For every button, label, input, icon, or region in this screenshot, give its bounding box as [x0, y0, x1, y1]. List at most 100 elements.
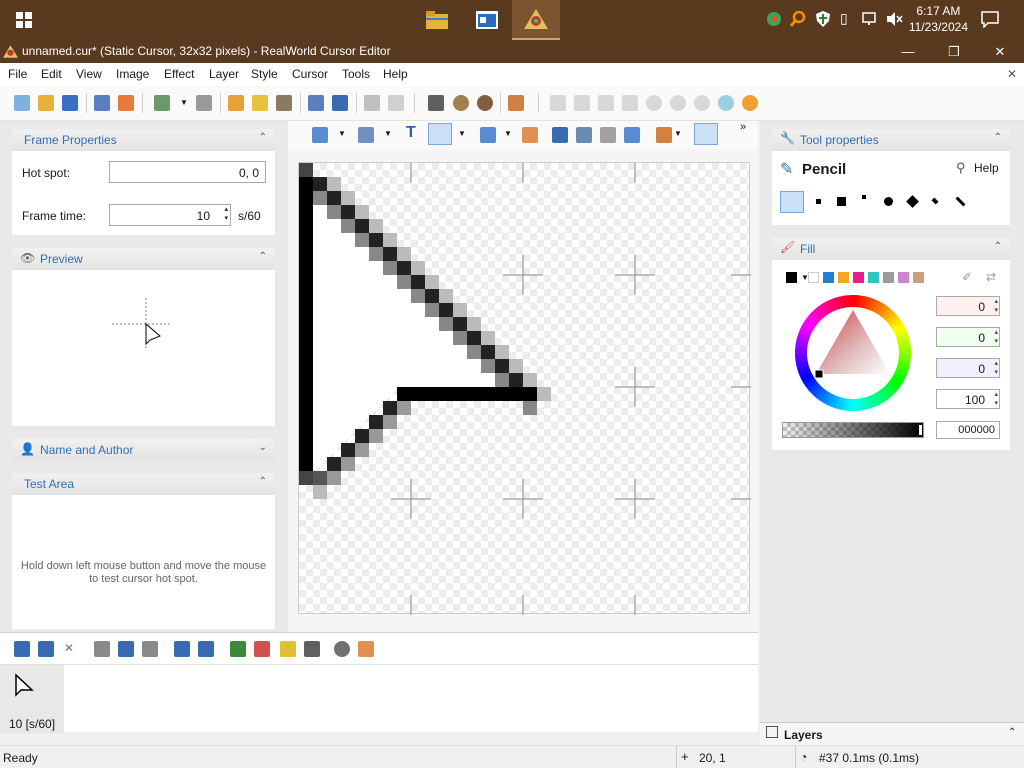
frame-time-stepper[interactable]: 10 ▴ ▾ [109, 204, 231, 226]
file-explorer-taskbar-button[interactable] [413, 0, 461, 40]
tray-app-icon[interactable] [766, 11, 782, 27]
layer-mode-icon[interactable] [694, 123, 718, 145]
blue-value-stepper[interactable]: 0 [936, 358, 1000, 378]
brush-tool-icon[interactable] [576, 127, 592, 143]
rectangle-tool-icon[interactable] [480, 127, 496, 143]
brush-size-2[interactable] [816, 199, 821, 204]
brush-size-8[interactable] [955, 196, 966, 207]
brush-size-7[interactable] [931, 197, 939, 205]
save-icon[interactable] [62, 95, 78, 111]
copy-icon[interactable] [252, 95, 268, 111]
usb-device-icon[interactable]: ▯ [840, 10, 854, 28]
menu-view[interactable]: View [76, 67, 102, 81]
eyedropper-icon[interactable] [600, 127, 616, 143]
hotspot-field[interactable]: 0, 0 [109, 161, 266, 183]
lasso-icon[interactable] [358, 127, 374, 143]
expand-chevron-icon[interactable]: ⌄ [259, 442, 267, 453]
frame-effect-icon[interactable] [254, 641, 270, 657]
color-swatch[interactable] [823, 272, 834, 283]
menu-effect[interactable]: Effect [164, 67, 194, 81]
tool-properties-header[interactable]: 🔧 Tool properties ⌃ [772, 129, 1010, 151]
menu-style[interactable]: Style [251, 67, 278, 81]
frame-thumbnail[interactable]: 10 [s/60] [0, 665, 64, 733]
brush-size-1[interactable] [780, 191, 804, 213]
delete-frame-icon[interactable]: ✕ [64, 641, 74, 655]
dropdown-icon[interactable]: ▼ [338, 129, 346, 138]
preview-header[interactable]: 👁 Preview ⌃ [12, 248, 275, 270]
frame-settings-icon[interactable] [358, 641, 374, 657]
help-cursor-icon[interactable] [574, 95, 590, 111]
paste-icon[interactable] [276, 95, 292, 111]
color-swatch[interactable] [898, 272, 909, 283]
move-cursor-icon[interactable] [598, 95, 614, 111]
frame-lightning-icon[interactable] [280, 641, 296, 657]
brush-size-5[interactable] [884, 197, 893, 206]
start-button[interactable] [0, 0, 48, 40]
redo-icon[interactable] [196, 95, 212, 111]
swap-colors-icon[interactable]: ⇄ [986, 270, 996, 284]
name-author-header[interactable]: 👤 Name and Author ⌄ [12, 439, 275, 461]
eyedropper-icon[interactable]: ✐ [962, 270, 972, 284]
alpha-slider-handle[interactable] [918, 424, 923, 436]
text-tool-icon[interactable]: T [406, 124, 416, 142]
arrow-cursor-icon[interactable] [550, 95, 566, 111]
menu-file[interactable]: File [8, 67, 27, 81]
move-frame-icon[interactable] [118, 641, 134, 657]
fill-bucket-icon[interactable] [522, 127, 538, 143]
brightness-icon[interactable] [428, 95, 444, 111]
shield-icon[interactable] [815, 11, 831, 27]
dropdown-icon[interactable]: ▼ [458, 129, 466, 138]
dropdown-icon[interactable]: ▼ [384, 129, 392, 138]
import-icon[interactable] [94, 95, 110, 111]
export-icon[interactable] [118, 95, 134, 111]
crop-icon[interactable] [332, 95, 348, 111]
select-rect-icon[interactable] [312, 127, 328, 143]
new-file-icon[interactable] [14, 95, 30, 111]
stepper-arrows-icon[interactable]: ▴ ▾ [224, 205, 228, 223]
refresh-icon[interactable] [334, 641, 350, 657]
wait-cursor-icon[interactable] [670, 95, 686, 111]
help-icon[interactable]: ⚲ [956, 160, 966, 176]
close-button[interactable]: ✕ [977, 40, 1023, 63]
cut-icon[interactable] [228, 95, 244, 111]
hotspot-tool-icon[interactable] [624, 127, 640, 143]
emboss-icon[interactable] [477, 95, 493, 111]
collapse-chevron-icon[interactable]: ⌃ [994, 132, 1002, 143]
search-icon[interactable] [789, 10, 806, 27]
zoom-help-icon[interactable] [388, 95, 404, 111]
dropdown-icon[interactable]: ▼ [504, 129, 512, 138]
notifications-icon[interactable] [980, 10, 1002, 30]
person-icon[interactable] [508, 95, 524, 111]
frame-properties-header[interactable]: Frame Properties ⌃ [12, 129, 275, 151]
resize-icon[interactable] [308, 95, 324, 111]
export-frame-icon[interactable] [198, 641, 214, 657]
fill-header[interactable]: 🖌 Fill ⌃ [772, 238, 1010, 260]
collapse-chevron-icon[interactable]: ⌃ [259, 251, 267, 262]
busy-cursor-icon[interactable] [646, 95, 662, 111]
hand-tool-icon[interactable] [552, 127, 568, 143]
person-stamp-icon[interactable] [656, 127, 672, 143]
dropdown-icon[interactable]: ▼ [801, 273, 809, 282]
app-taskbar-button[interactable] [463, 0, 511, 40]
brush-size-4[interactable] [862, 195, 866, 199]
menu-layer[interactable]: Layer [209, 67, 239, 81]
help-link[interactable]: Help [974, 161, 999, 175]
frame-swap-icon[interactable] [304, 641, 320, 657]
move-up-icon[interactable] [94, 641, 110, 657]
menu-cursor[interactable]: Cursor [292, 67, 328, 81]
clock[interactable]: 6:17 AM 11/23/2024 [909, 3, 968, 35]
duplicate-frame-icon[interactable] [38, 641, 54, 657]
color-swatch[interactable] [868, 272, 879, 283]
pencil-tool-icon[interactable] [428, 123, 452, 145]
alpha-slider[interactable] [782, 422, 924, 438]
color-swatch[interactable] [786, 272, 797, 283]
drawing-canvas[interactable] [298, 162, 751, 615]
dropdown-icon[interactable]: ▼ [674, 129, 682, 138]
menu-close-button[interactable]: ✕ [1007, 67, 1017, 81]
cursor-editor-taskbar-button[interactable] [512, 0, 560, 40]
move-down-icon[interactable] [142, 641, 158, 657]
add-frame-icon[interactable] [14, 641, 30, 657]
color-swatch[interactable] [883, 272, 894, 283]
spinner-cursor-icon[interactable] [694, 95, 710, 111]
test-area-header[interactable]: Test Area ⌃ [12, 473, 275, 495]
